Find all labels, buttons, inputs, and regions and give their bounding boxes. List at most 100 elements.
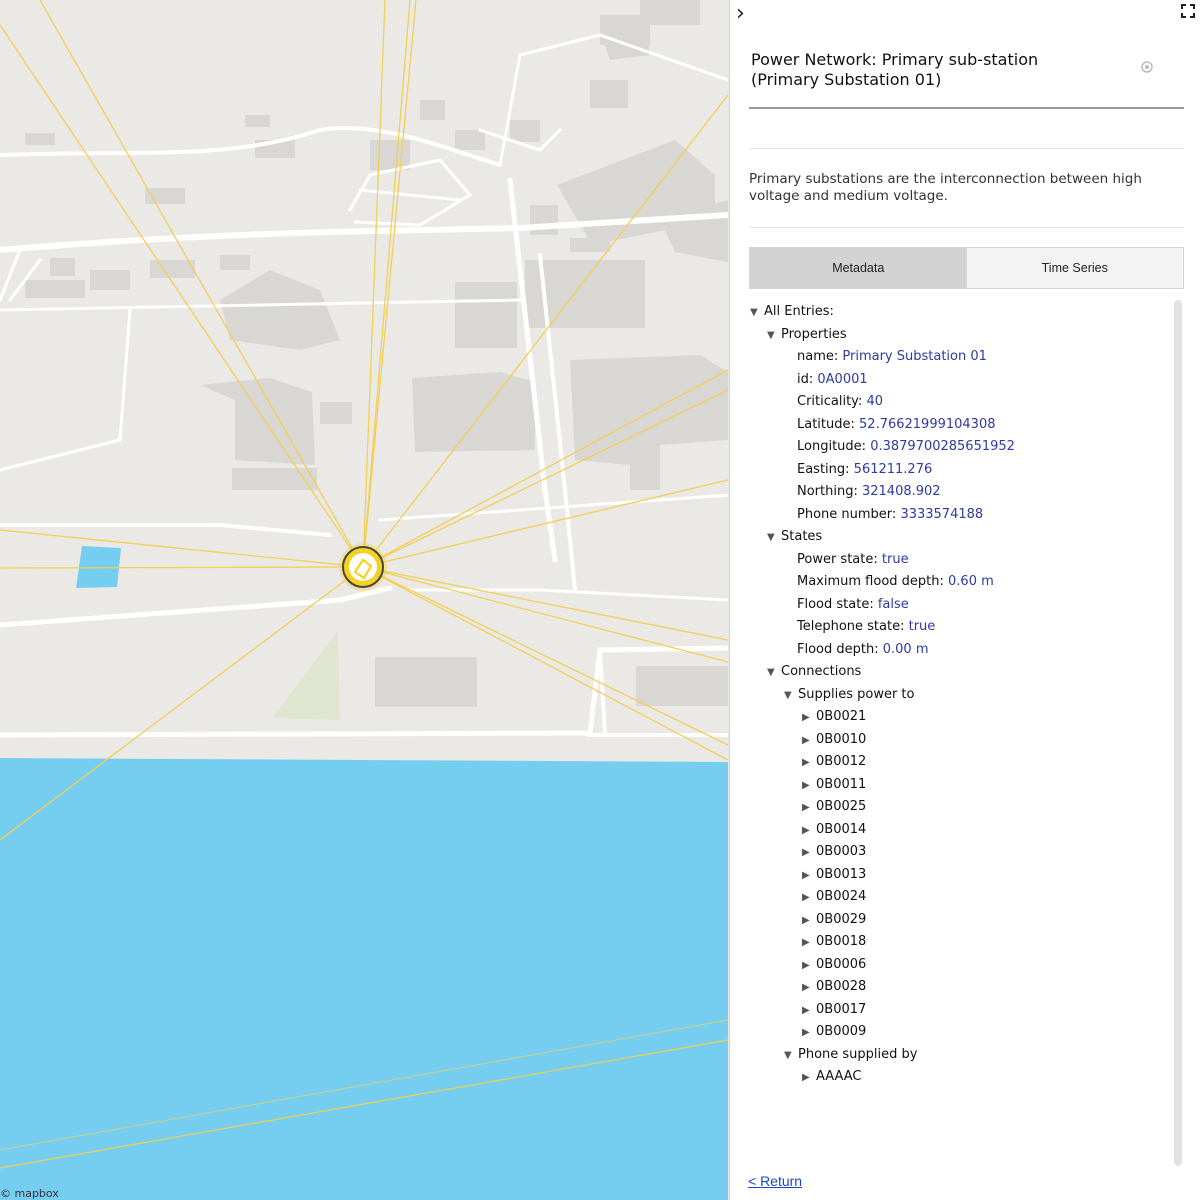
map-canvas[interactable] [0,0,728,1200]
caret-right-icon[interactable]: ▶ [802,799,816,817]
entry-key: Longitude [797,439,862,454]
entry-value: 321408.902 [861,484,941,499]
map-view[interactable]: © mapbox [0,0,728,1200]
connection-item[interactable]: ▶ 0B0014 [802,821,866,839]
connection-item[interactable]: ▶ 0B0006 [802,956,866,974]
entry-key: Northing [797,484,854,499]
collapse-panel-button[interactable]: › [736,2,745,26]
entry-key: Properties [781,326,847,342]
entry-value: 0A0001 [817,371,868,387]
entry-colon: : [900,619,909,634]
entry-colon: : [869,596,878,612]
chevron-right-icon: › [736,1,745,26]
entry-key: Flood depth [797,641,875,657]
entry-key: 0B0012 [816,754,867,769]
entry-key: Maximum flood depth [797,574,940,589]
connection-item[interactable]: ▶ 0B0011 [802,776,866,794]
connection-item[interactable]: ▶ 0B0010 [802,731,866,749]
connection-item[interactable]: ▶ 0B0009 [802,1023,866,1041]
entry-key: Latitude [797,416,851,432]
entry-key: Criticality [797,394,858,409]
connection-item[interactable]: ▶ 0B0021 [802,708,866,726]
entry-colon: : [874,641,883,657]
entry-key: 0B0021 [816,709,867,724]
entry-key: 0B0025 [816,799,867,814]
entry-colon: : [861,439,871,454]
connection-item[interactable]: ▶ 0B0029 [802,911,866,929]
caret-right-icon[interactable]: ▶ [802,979,816,997]
metadata-tree: ▼ All Entries: ▼ Properties name: Primary Su… [748,300,1168,1170]
property-row: name: Primary Substation 01 [797,348,987,366]
entry-value: false [877,596,909,612]
caret-right-icon[interactable]: ▶ [802,844,816,862]
caret-right-icon[interactable]: ▶ [802,934,816,952]
tree-root[interactable]: ▼ All Entries: [750,303,834,321]
tree-group-phone-supplied[interactable]: ▼ Phone supplied by [784,1046,917,1064]
fullscreen-icon[interactable] [1181,4,1195,18]
entry-value: true [881,551,909,567]
return-link[interactable]: < Return [748,1173,802,1189]
caret-right-icon[interactable]: ▶ [802,957,816,975]
entry-key: 0B0010 [816,731,867,747]
entry-key: AAAAC [816,1069,862,1084]
entry-key: Easting [797,461,846,477]
entry-value: 40 [866,394,883,409]
entry-key: Connections [781,664,862,679]
entry-key: Flood state [797,596,870,612]
property-row: id: 0A0001 [797,371,868,389]
entry-colon: : [845,461,854,477]
tree-group-supplies[interactable]: ▼ Supplies power to [784,686,915,704]
entry-value: 561211.276 [853,461,933,477]
caret-right-icon[interactable]: ▶ [802,732,816,750]
connection-item[interactable]: ▶ 0B0013 [802,866,866,884]
entry-key: id [797,371,809,387]
caret-right-icon[interactable]: ▶ [802,1002,816,1020]
tab-metadata[interactable]: Metadata [750,248,967,288]
scrollbar[interactable] [1174,300,1182,1166]
caret-down-icon[interactable]: ▼ [767,529,781,547]
caret-down-icon[interactable]: ▼ [750,304,764,322]
tree-group-states[interactable]: ▼ States [767,528,822,546]
caret-right-icon[interactable]: ▶ [802,1024,816,1042]
connection-item[interactable]: ▶ 0B0017 [802,1001,866,1019]
property-row: Northing: 321408.902 [797,483,941,501]
tree-group-properties[interactable]: ▼ Properties [767,326,847,344]
state-row: Maximum flood depth: 0.60 m [797,573,994,591]
connection-item[interactable]: ▶ 0B0024 [802,888,866,906]
connection-item[interactable]: ▶ 0B0018 [802,933,866,951]
caret-down-icon[interactable]: ▼ [767,664,781,682]
connection-item[interactable]: ▶ 0B0028 [802,978,866,996]
connection-item[interactable]: ▶ 0B0025 [802,798,866,816]
caret-down-icon[interactable]: ▼ [767,327,781,345]
panel-description: Primary substations are the interconnect… [749,171,1142,204]
connection-item[interactable]: ▶ 0B0012 [802,753,866,771]
entry-value: 0.3879700285651952 [870,439,1015,454]
caret-right-icon[interactable]: ▶ [802,1069,816,1087]
entry-key: 0B0003 [816,844,867,859]
property-row: Longitude: 0.3879700285651952 [797,438,1015,456]
substation-marker[interactable] [339,543,387,591]
map-attribution[interactable]: © mapbox [0,1187,59,1200]
property-row: Latitude: 52.76621999104308 [797,416,996,434]
entry-key: All Entries: [764,304,834,319]
state-row: Flood depth: 0.00 m [797,641,929,659]
entry-key: 0B0024 [816,889,867,904]
connection-item[interactable]: ▶ 0B0003 [802,843,866,861]
caret-right-icon[interactable]: ▶ [802,867,816,885]
caret-right-icon[interactable]: ▶ [802,889,816,907]
caret-right-icon[interactable]: ▶ [802,777,816,795]
caret-down-icon[interactable]: ▼ [784,687,798,705]
entry-value: 0.60 m [948,574,994,589]
caret-right-icon[interactable]: ▶ [802,822,816,840]
caret-right-icon[interactable]: ▶ [802,754,816,772]
caret-down-icon[interactable]: ▼ [784,1047,798,1065]
connection-item[interactable]: ▶ AAAAC [802,1068,862,1086]
caret-right-icon[interactable]: ▶ [802,709,816,727]
divider [749,227,1184,228]
caret-right-icon[interactable]: ▶ [802,912,816,930]
state-row: Power state: true [797,551,909,569]
property-row: Phone number: 3333574188 [797,506,983,524]
target-icon[interactable] [1140,60,1154,74]
tree-group-connections[interactable]: ▼ Connections [767,663,861,681]
tab-time-series[interactable]: Time Series [966,248,1183,288]
